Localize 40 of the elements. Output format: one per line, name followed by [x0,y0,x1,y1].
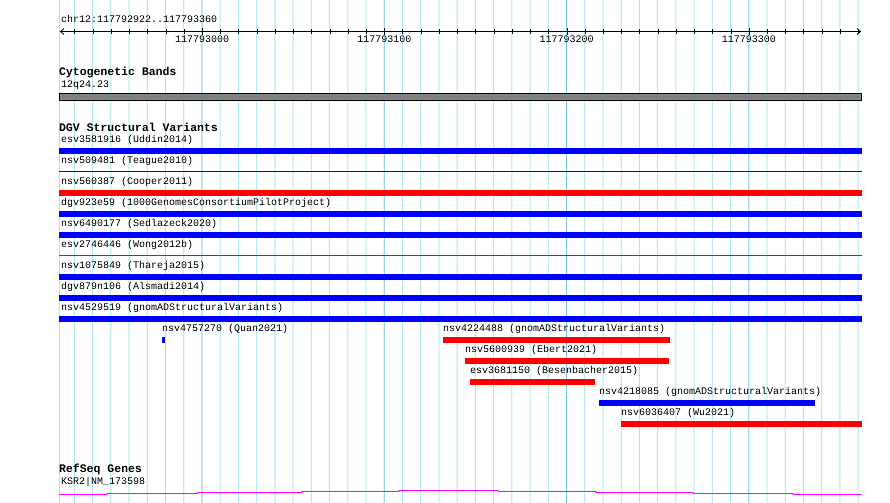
variant-label: nsv4529519 (gnomADStructuralVariants) [60,303,284,314]
chromosome-band[interactable] [59,93,862,101]
variant-label: nsv560387 (Cooper2011) [60,177,194,188]
ruler-tick-label: 117793300 [722,35,776,47]
variant-bar[interactable] [599,400,815,406]
variant-bar[interactable] [59,190,862,196]
variant-bar[interactable] [59,232,862,238]
variant-bar[interactable] [470,379,595,385]
gene-label: KSR2|NM_173598 [60,477,146,488]
track-title: DGV Structural Variants [59,123,219,135]
variant-bar[interactable] [59,295,862,301]
track-title: RefSeq Genes [59,464,143,476]
variant-label: dgv923e59 (1000GenomesConsortiumPilotProject) [60,198,332,209]
variant-bar[interactable] [59,211,862,217]
variant-label: nsv509481 (Teague2010) [60,156,194,167]
band-label: 12q24.23 [60,80,110,91]
variant-bar[interactable] [59,274,862,280]
ruler-tick-label: 117793200 [540,35,594,47]
variant-bar[interactable] [59,316,862,322]
variant-bar[interactable] [162,337,165,343]
variant-label: dgv879n106 (Alsmadi2014) [60,282,206,293]
ruler-tick-label: 117793100 [357,35,412,47]
variant-bar[interactable] [465,358,669,364]
variant-label: esv3681150 (Besenbacher2015) [470,366,638,377]
variant-label: nsv1075849 (Thareja2015) [60,261,206,272]
variant-bar[interactable] [621,421,862,427]
ruler-tick-label: 117793000 [174,35,229,47]
variant-label: nsv4224488 (gnomADStructuralVariants) [443,324,666,335]
variant-bar[interactable] [443,337,670,343]
gene-line[interactable] [59,488,862,496]
variant-label: nsv4218085 (gnomADStructuralVariants) [599,387,822,398]
variant-label: nsv6490177 (Sedlazeck2020) [60,219,218,230]
variant-bar[interactable] [59,148,862,154]
variant-label: nsv5600939 (Ebert2021) [465,345,598,356]
variant-label: esv2746446 (Wong2012b) [60,240,194,251]
track-title: Cytogenetic Bands [59,67,178,79]
variant-label: nsv4757270 (Quan2021) [162,324,288,335]
variant-label: nsv6036407 (Wu2021) [621,408,736,419]
location-label: chr12:117792922..117793360 [60,15,218,27]
variant-label: esv3581916 (Uddin2014) [60,135,194,146]
